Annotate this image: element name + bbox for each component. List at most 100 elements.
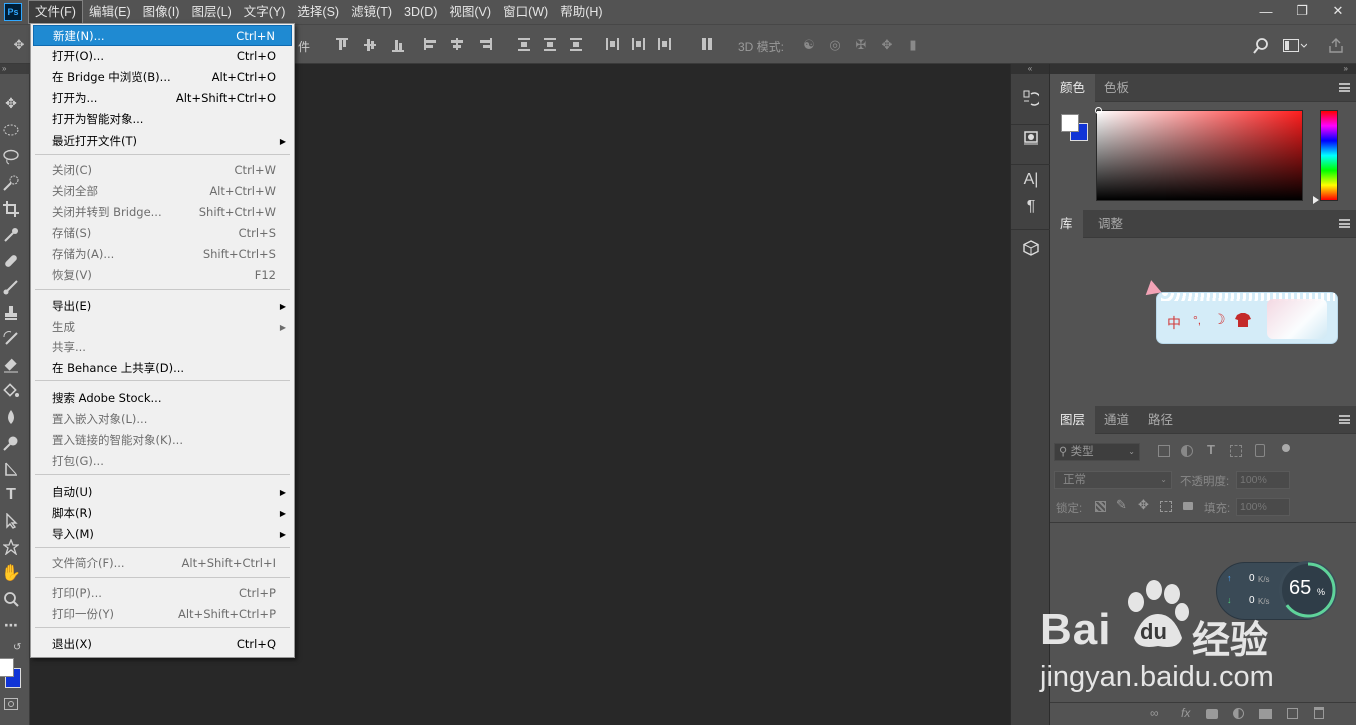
lock-artboard-icon[interactable] — [1160, 501, 1172, 512]
crop-tool-icon[interactable] — [0, 198, 22, 220]
file-menu-item-place-linked[interactable]: 置入链接的智能对象(K)... — [33, 430, 292, 451]
file-menu-item-browse-in-bridge[interactable]: 在 Bridge 中浏览(B)... Alt+Ctrl+O — [33, 67, 292, 88]
file-menu-item-import[interactable]: 导入(M) ▶ — [33, 524, 292, 545]
menu-image[interactable]: 图像(I) — [137, 0, 186, 24]
new-group-icon[interactable] — [1259, 709, 1272, 719]
marquee-tool-icon[interactable] — [0, 119, 22, 141]
eyedropper-tool-icon[interactable] — [0, 224, 22, 246]
3d-pan-icon[interactable]: ✠ — [854, 38, 868, 52]
swap-colors-icon[interactable]: ↺ — [13, 642, 21, 653]
3d-roll-icon[interactable]: ◎ — [828, 38, 842, 52]
history-brush-tool-icon[interactable] — [0, 328, 22, 350]
quick-selection-tool-icon[interactable] — [0, 172, 22, 194]
lock-transparent-icon[interactable] — [1095, 501, 1106, 512]
hue-slider[interactable] — [1320, 110, 1338, 201]
ime-skin-icon[interactable] — [1235, 313, 1251, 327]
menu-3d[interactable]: 3D(D) — [398, 0, 443, 24]
color-picker-cursor[interactable] — [1095, 107, 1102, 114]
distribute-icons[interactable] — [516, 37, 716, 53]
file-menu-item-open-as-smart-object[interactable]: 打开为智能对象... — [33, 109, 292, 130]
ime-status-bar[interactable]: 中 °, ☽ — [1156, 292, 1338, 344]
library-panel-menu-icon[interactable] — [1339, 219, 1350, 228]
file-menu-item-open-as[interactable]: 打开为... Alt+Shift+Ctrl+O — [33, 88, 292, 109]
filter-smart-object-icon[interactable] — [1255, 444, 1265, 457]
layer-fx-icon[interactable]: fx — [1181, 706, 1190, 720]
tab-channels[interactable]: 通道 — [1094, 406, 1139, 434]
properties-panel-icon[interactable] — [1021, 128, 1041, 148]
path-selection-tool-icon[interactable] — [0, 510, 22, 532]
3d-scale-icon[interactable]: ▮ — [906, 38, 920, 52]
filter-toggle-icon[interactable] — [1282, 444, 1290, 452]
eraser-tool-icon[interactable] — [0, 354, 22, 376]
link-layers-icon[interactable]: ∞ — [1150, 706, 1159, 720]
file-menu-item-save-as[interactable]: 存储为(A)... Shift+Ctrl+S — [33, 244, 292, 265]
tab-libraries[interactable]: 库 — [1050, 210, 1083, 238]
file-menu-item-generate[interactable]: 生成 ▶ — [33, 317, 292, 338]
panels-collapse-icon[interactable]: » — [1050, 64, 1356, 74]
toolbar-collapse-icon[interactable]: » — [0, 64, 30, 74]
more-tools-icon[interactable]: ⋯ — [0, 614, 22, 636]
blend-mode-select[interactable]: 正常 ⌄ — [1054, 471, 1172, 489]
color-spectrum-field[interactable] — [1096, 110, 1303, 201]
file-menu-item-print-one-copy[interactable]: 打印一份(Y) Alt+Shift+Ctrl+P — [33, 604, 292, 625]
foreground-color-swatch[interactable] — [0, 658, 14, 677]
file-menu-item-automate[interactable]: 自动(U) ▶ — [33, 482, 292, 503]
search-icon[interactable] — [1253, 38, 1269, 54]
file-menu-item-new[interactable]: 新建(N)... Ctrl+N — [33, 25, 292, 46]
tab-paths[interactable]: 路径 — [1138, 406, 1183, 434]
3d-slide-icon[interactable]: ✥ — [880, 38, 894, 52]
history-panel-icon[interactable] — [1021, 88, 1041, 108]
file-menu-item-close-all[interactable]: 关闭全部 Alt+Ctrl+W — [33, 181, 292, 202]
quick-mask-icon[interactable] — [4, 698, 18, 710]
tab-swatches[interactable]: 色板 — [1094, 74, 1139, 102]
3d-orbit-icon[interactable]: ☯ — [802, 38, 816, 52]
file-menu-item-recent-files[interactable]: 最近打开文件(T) ▶ — [33, 131, 292, 152]
fill-input[interactable]: 100% — [1236, 498, 1290, 516]
restore-icon[interactable]: ❐ — [1284, 0, 1320, 22]
lock-move-icon[interactable]: ✥ — [1138, 497, 1149, 513]
healing-brush-tool-icon[interactable] — [0, 250, 22, 272]
filter-shape-icon[interactable] — [1230, 445, 1242, 457]
share-icon[interactable] — [1329, 37, 1343, 53]
file-menu-item-exit[interactable]: 退出(X) Ctrl+Q — [33, 634, 292, 655]
blur-tool-icon[interactable] — [0, 406, 22, 428]
workspace-icon[interactable] — [1283, 39, 1307, 53]
lasso-tool-icon[interactable] — [0, 146, 22, 168]
layer-filter-select[interactable]: ⚲ 类型 ⌄ — [1054, 443, 1140, 461]
file-menu-item-file-info[interactable]: 文件简介(F)... Alt+Shift+Ctrl+I — [33, 553, 292, 574]
menu-window[interactable]: 窗口(W) — [497, 0, 554, 24]
menu-view[interactable]: 视图(V) — [443, 0, 497, 24]
menu-help[interactable]: 帮助(H) — [554, 0, 608, 24]
menu-filter[interactable]: 滤镜(T) — [345, 0, 398, 24]
opacity-input[interactable]: 100% — [1236, 471, 1290, 489]
paragraph-panel-icon[interactable]: ¶ — [1021, 197, 1041, 217]
menu-select[interactable]: 选择(S) — [291, 0, 345, 24]
tab-adjustments[interactable]: 调整 — [1088, 210, 1133, 238]
file-menu-item-close-go-to-bridge[interactable]: 关闭并转到 Bridge... Shift+Ctrl+W — [33, 202, 292, 223]
file-menu-item-close[interactable]: 关闭(C) Ctrl+W — [33, 160, 292, 181]
brush-tool-icon[interactable] — [0, 276, 22, 298]
delete-layer-icon[interactable] — [1314, 707, 1324, 719]
tab-color[interactable]: 颜色 — [1050, 74, 1096, 102]
file-menu-item-share[interactable]: 共享... — [33, 337, 292, 358]
fg-color-chip[interactable] — [1061, 114, 1079, 132]
minimize-icon[interactable]: — — [1248, 0, 1284, 22]
new-adjustment-layer-icon[interactable] — [1233, 708, 1244, 719]
custom-shape-tool-icon[interactable] — [0, 536, 22, 558]
move-tool-icon[interactable]: ✥ — [0, 92, 22, 114]
file-menu-item-save[interactable]: 存储(S) Ctrl+S — [33, 223, 292, 244]
close-icon[interactable]: ✕ — [1320, 0, 1356, 22]
menu-edit[interactable]: 编辑(E) — [83, 0, 137, 24]
file-menu-item-place-embedded[interactable]: 置入嵌入对象(L)... — [33, 409, 292, 430]
align-icons[interactable] — [336, 37, 506, 53]
tab-layers[interactable]: 图层 — [1050, 406, 1096, 434]
file-menu-item-share-on-behance[interactable]: 在 Behance 上共享(D)... — [33, 358, 292, 379]
paint-bucket-tool-icon[interactable] — [0, 380, 22, 402]
filter-adjustment-icon[interactable] — [1181, 445, 1193, 457]
layers-panel-menu-icon[interactable] — [1339, 415, 1350, 424]
dodge-tool-icon[interactable] — [0, 432, 22, 454]
pen-tool-icon[interactable] — [0, 458, 22, 480]
add-mask-icon[interactable] — [1206, 709, 1218, 719]
file-menu-item-print[interactable]: 打印(P)... Ctrl+P — [33, 583, 292, 604]
color-panel-menu-icon[interactable] — [1339, 83, 1350, 92]
